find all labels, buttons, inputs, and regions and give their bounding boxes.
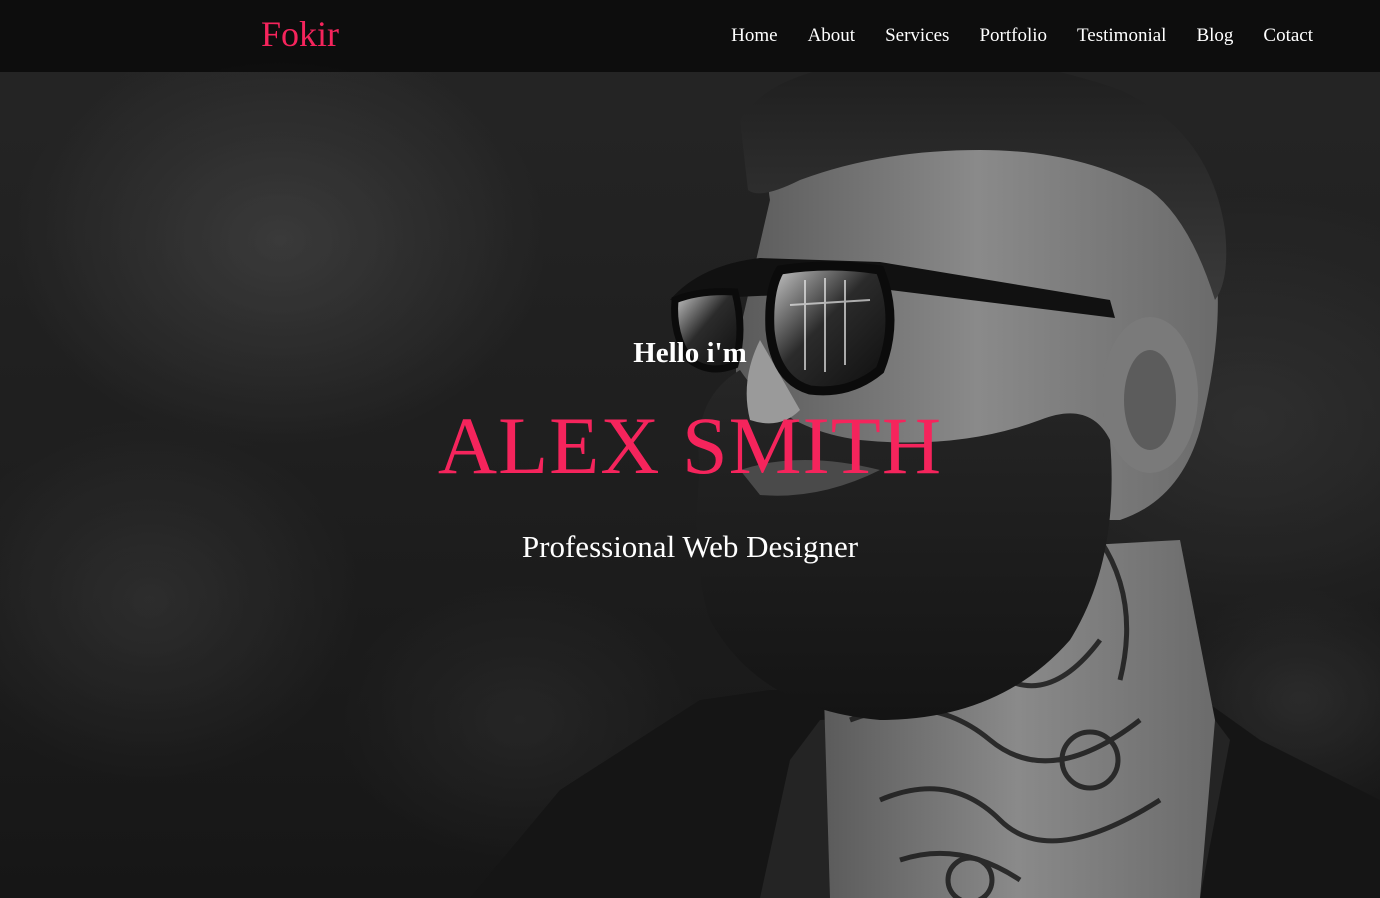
- hero-role: Professional Web Designer: [521, 529, 859, 564]
- nav-link-blog[interactable]: Blog: [1181, 0, 1248, 72]
- nav-link-about[interactable]: About: [793, 0, 871, 72]
- nav-link-services[interactable]: Services: [870, 0, 964, 72]
- nav-link-testimonial[interactable]: Testimonial: [1062, 0, 1181, 72]
- nav-link-portfolio[interactable]: Portfolio: [964, 0, 1062, 72]
- hero-name: ALEX SMITH: [437, 400, 943, 491]
- hero-greeting: Hello i'm: [633, 337, 747, 369]
- page: Fokir Home About Services Portfolio Test…: [0, 0, 1380, 898]
- nav-link-home[interactable]: Home: [716, 0, 792, 72]
- navbar: Fokir Home About Services Portfolio Test…: [0, 0, 1380, 72]
- nav-links: Home About Services Portfolio Testimonia…: [716, 0, 1328, 72]
- brand-logo[interactable]: Fokir: [261, 12, 339, 56]
- nav-link-contact[interactable]: Cotact: [1248, 0, 1328, 72]
